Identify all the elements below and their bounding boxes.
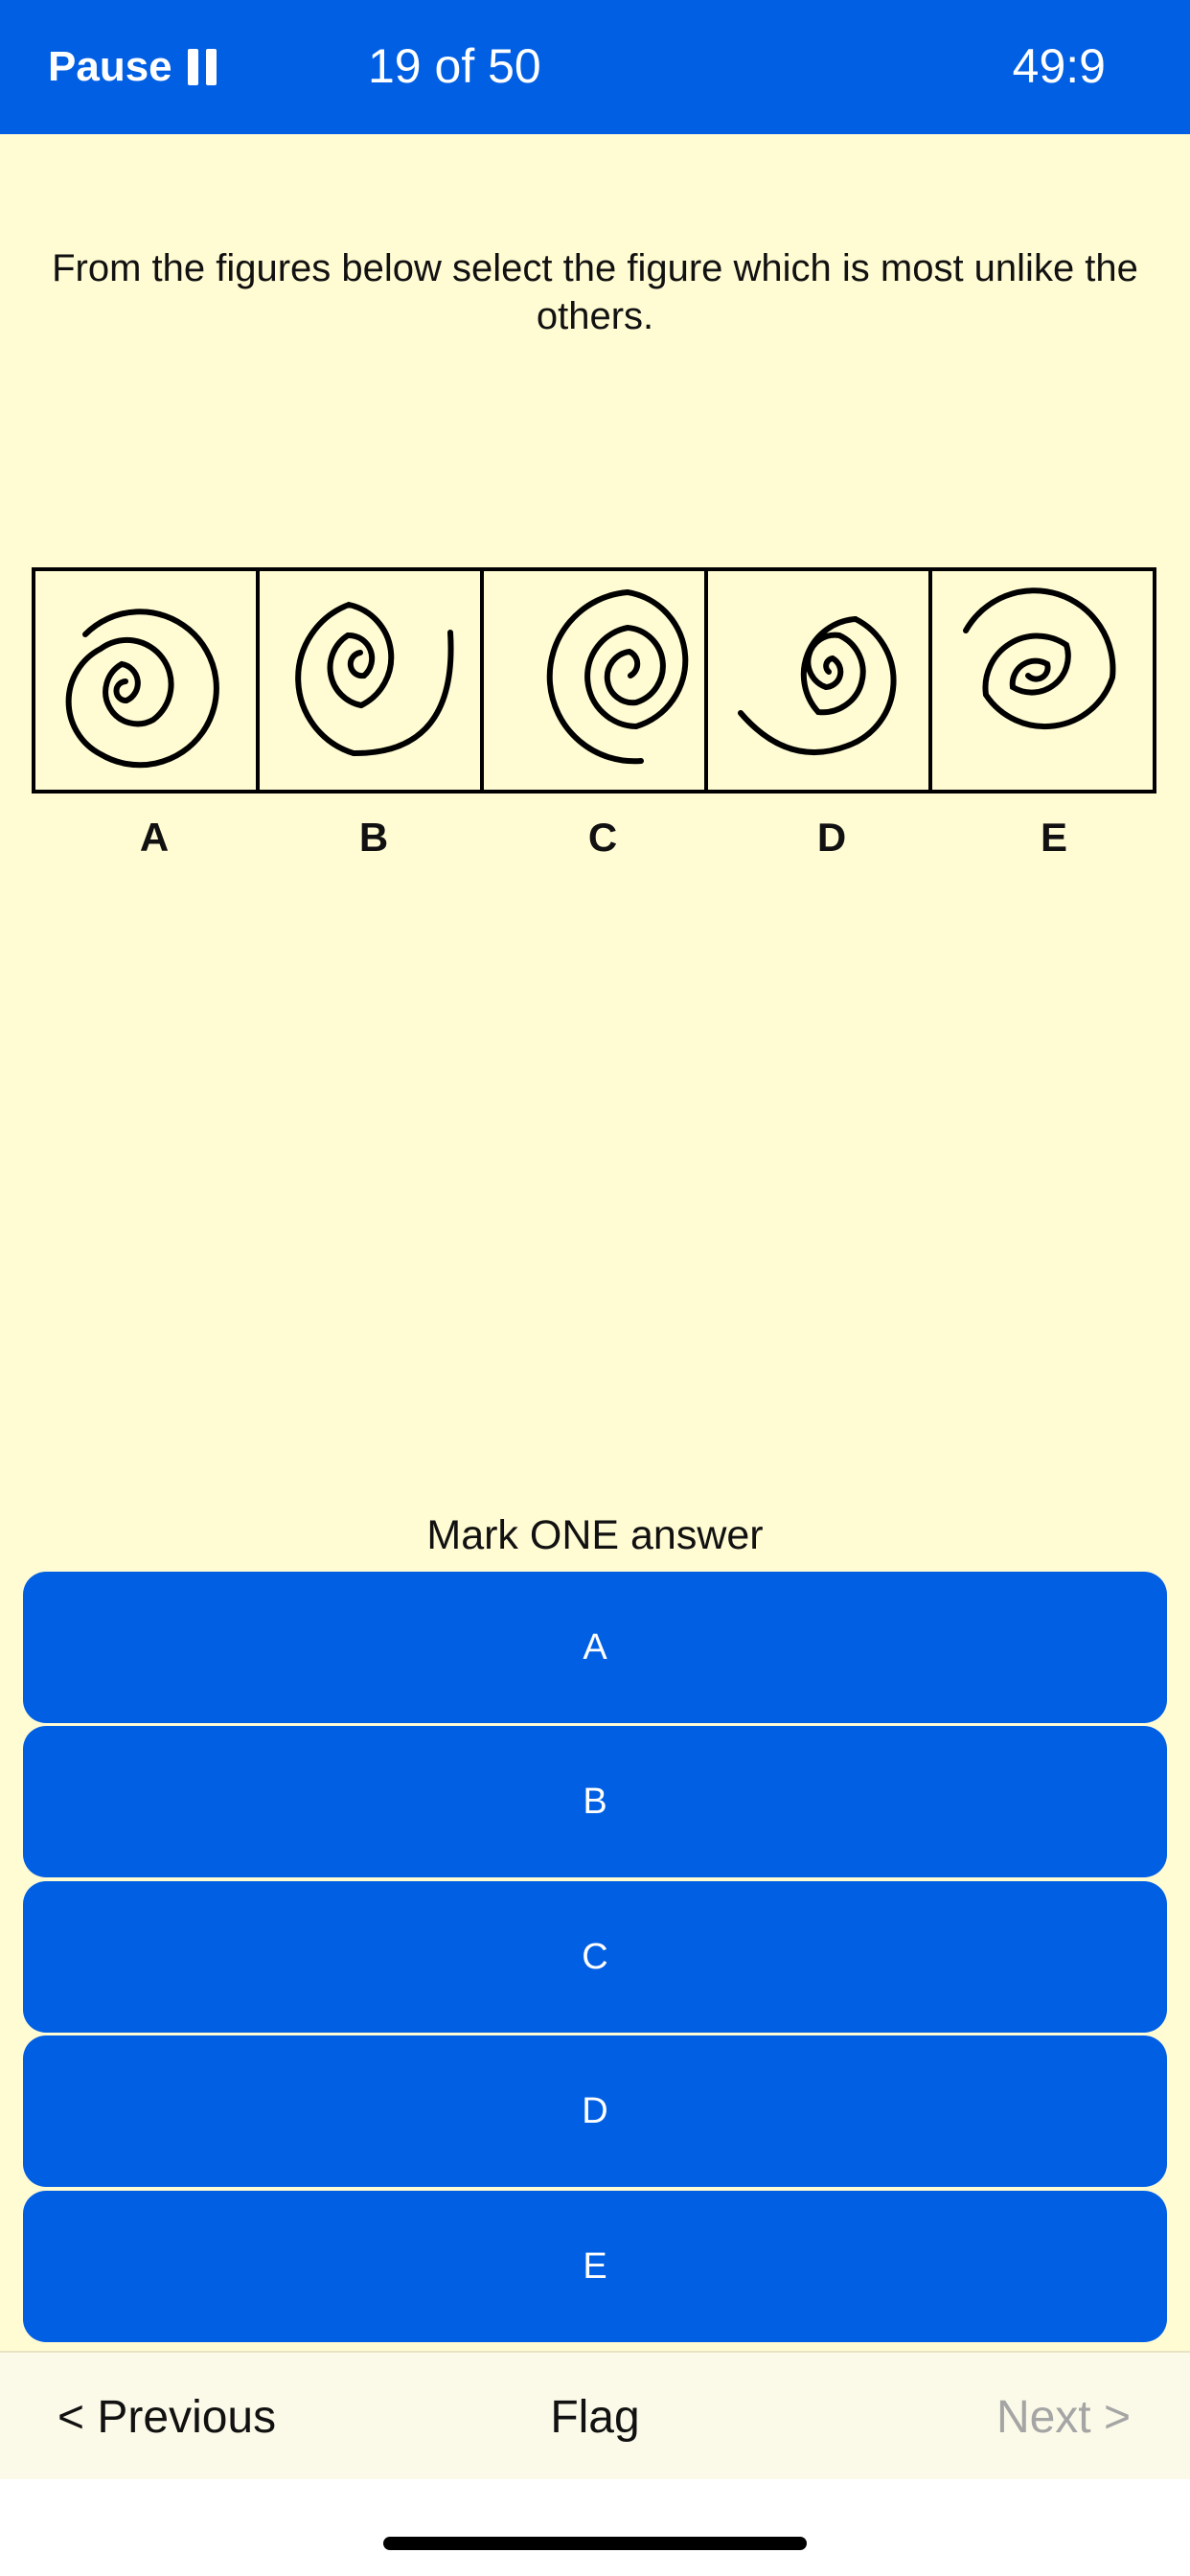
spiral-figure-c <box>546 588 689 765</box>
figure-strip <box>32 567 1156 794</box>
top-bar: Pause 19 of 50 49:9 <box>0 0 1190 134</box>
answer-button-e[interactable]: E <box>23 2191 1167 2342</box>
spiral-figure-a <box>65 609 219 769</box>
home-indicator[interactable] <box>383 2537 807 2550</box>
answer-label: B <box>583 1781 607 1822</box>
countdown-timer: 49:9 <box>1012 39 1106 93</box>
figure-label-b: B <box>358 815 389 860</box>
figure-label-c: C <box>587 815 618 860</box>
next-button[interactable]: Next > <box>996 2391 1131 2444</box>
home-indicator-area <box>0 2479 1190 2576</box>
figure-label-d: D <box>816 815 847 860</box>
figure-label-e: E <box>1040 815 1067 860</box>
answer-button-d[interactable]: D <box>23 2036 1167 2187</box>
bottom-nav-bar: < Previous Flag Next > <box>0 2351 1190 2479</box>
spiral-figure-b <box>295 601 454 757</box>
figure-labels: A B C D E <box>32 815 1156 872</box>
answer-label: D <box>582 2090 608 2131</box>
pause-label: Pause <box>48 43 172 90</box>
answer-button-a[interactable]: A <box>23 1572 1167 1723</box>
flag-button[interactable]: Flag <box>550 2392 639 2443</box>
pause-icon <box>187 49 217 85</box>
answer-label: E <box>583 2245 607 2287</box>
question-progress: 19 of 50 <box>368 39 541 93</box>
answer-label: A <box>583 1626 607 1668</box>
question-text: From the figures below select the figure… <box>52 247 1138 337</box>
spiral-figure-e <box>963 587 1116 729</box>
answer-button-c[interactable]: C <box>23 1881 1167 2033</box>
spiral-figure-d <box>738 615 897 755</box>
answer-label: C <box>582 1936 608 1977</box>
answer-prompt: Mark ONE answer <box>426 1512 764 1558</box>
figure-label-a: A <box>139 815 170 860</box>
pause-button[interactable]: Pause <box>48 40 217 94</box>
answer-button-b[interactable]: B <box>23 1726 1167 1877</box>
previous-button[interactable]: < Previous <box>57 2391 276 2444</box>
